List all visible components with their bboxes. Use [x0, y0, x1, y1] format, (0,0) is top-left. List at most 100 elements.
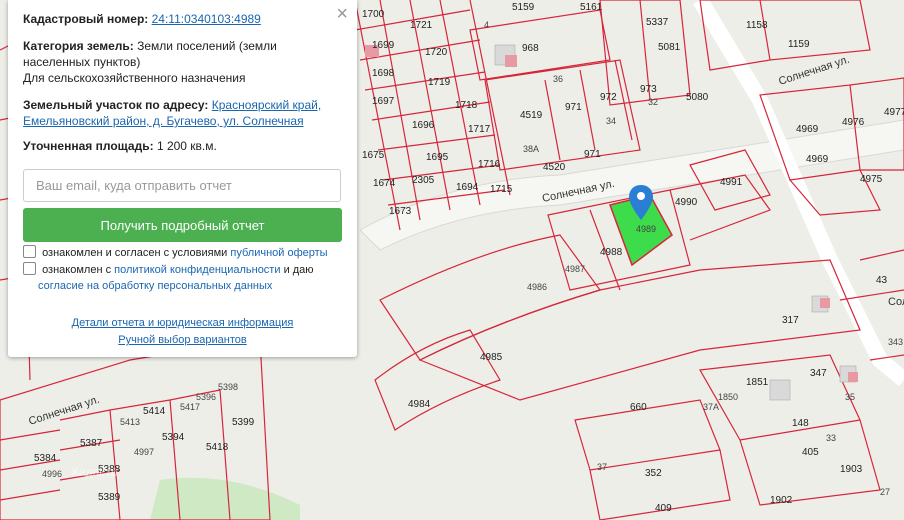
parcel-number-label: 5417 [180, 402, 200, 412]
parcel-number-label: 971 [584, 149, 601, 160]
get-report-button[interactable]: Получить подробный отчет [23, 208, 342, 242]
street-label: Солнечная ул. [888, 296, 904, 308]
parcel-number-label: 343 [888, 337, 903, 347]
parcel-number-label: 1158 [746, 20, 768, 31]
consent-privacy-text: ознакомлен с [42, 264, 112, 276]
parcel-number-label: 4990 [675, 197, 698, 208]
parcel-number-label: 5399 [232, 417, 255, 428]
parcel-number-label: 1719 [428, 77, 451, 88]
parcel-number-label: 5396 [196, 392, 216, 402]
offer-checkbox[interactable] [23, 245, 36, 258]
parcel-number-label: 1718 [455, 100, 478, 111]
parcel-number-label: 27 [880, 487, 890, 497]
personal-data-link[interactable]: согласие на обработку персональных данны… [38, 280, 272, 292]
parcel-number-label: 1673 [389, 206, 412, 217]
land-category-row: Категория земель: Земли поселений (земли… [23, 38, 323, 86]
parcel-number-label: 1696 [412, 120, 435, 131]
parcel-number-label: 4988 [600, 247, 623, 258]
report-details-link[interactable]: Детали отчета и юридическая информация [72, 317, 294, 329]
offer-link[interactable]: публичной оферты [230, 247, 327, 259]
parcel-number-label: 4996 [42, 469, 62, 479]
cadastral-number-row: Кадастровый номер: 24:11:0340103:4989 [23, 11, 261, 27]
parcel-number-label: 1717 [468, 124, 491, 135]
parcel-number-label: 973 [640, 84, 657, 95]
address-link-1[interactable]: Красноярский край, [212, 98, 321, 112]
address-link-2[interactable]: Емельяновский район, д. Бугачево, ул. Со… [23, 114, 304, 128]
address-row: Земельный участок по адресу: Красноярски… [23, 97, 343, 129]
parcel-number-label: 36 [553, 74, 563, 84]
parcel-number-label: 1694 [456, 182, 479, 193]
parcel-number-label: 1850 [718, 392, 738, 402]
parcel-number-label: 1721 [410, 20, 433, 31]
parcel-number-label: 1903 [840, 464, 863, 475]
parcel-number-label: 660 [630, 402, 647, 413]
parcel-number-label: 4969 [806, 154, 829, 165]
land-category-label: Категория земель: [23, 39, 134, 53]
consent-privacy: ознакомлен с политикой конфиденциальност… [23, 262, 343, 294]
cadastral-number-link[interactable]: 24:11:0340103:4989 [152, 12, 261, 26]
parcel-number-label: 1902 [770, 495, 793, 506]
parcel-number-label: 43 [876, 275, 888, 286]
parcel-number-label: 4987 [565, 264, 585, 274]
parcel-number-label: 972 [600, 92, 617, 103]
parcel-number-label: 4969 [796, 124, 819, 135]
selected-parcel-label: 4989 [636, 224, 656, 234]
parcel-number-label: 1697 [372, 96, 395, 107]
parcel-number-label: 148 [792, 418, 809, 429]
privacy-checkbox[interactable] [23, 262, 36, 275]
parcel-number-label: 405 [802, 447, 819, 458]
details-row: Детали отчета и юридическая информация [8, 317, 357, 329]
parcel-number-label: 317 [782, 315, 799, 326]
parcel-number-label: 5161 [580, 2, 603, 13]
parcel-number-label: 4986 [527, 282, 547, 292]
parcel-number-label: 968 [522, 43, 539, 54]
parcel-number-label: 409 [655, 503, 672, 514]
parcel-number-label: 347 [810, 368, 827, 379]
manual-selection-link[interactable]: Ручной выбор вариантов [118, 334, 246, 346]
parcel-number-label: 5418 [206, 442, 229, 453]
parcel-number-label: 1675 [362, 150, 385, 161]
area-row: Уточненная площадь: 1 200 кв.м. [23, 138, 217, 154]
parcel-number-label: 1698 [372, 68, 395, 79]
parcel-number-label: 5384 [34, 453, 57, 464]
close-icon[interactable]: × [336, 4, 348, 24]
parcel-number-label: 4985 [480, 352, 503, 363]
land-category-value-2: населенных пунктов) [23, 55, 141, 69]
parcel-number-label: 971 [565, 102, 582, 113]
land-category-value-3: Для сельскохозяйственного назначения [23, 71, 246, 85]
parcel-number-label: 4 [484, 20, 489, 30]
parcel-number-label: 2305 [412, 175, 435, 186]
email-input[interactable] [23, 169, 341, 202]
parcel-number-label: 5394 [162, 432, 185, 443]
area-value: 1 200 кв.м. [156, 139, 217, 153]
address-label: Земельный участок по адресу: [23, 98, 209, 112]
parcel-number-label: 5337 [646, 17, 669, 28]
privacy-policy-link[interactable]: политикой конфиденциальности [114, 264, 280, 276]
parcel-number-label: 4997 [134, 447, 154, 457]
parcel-number-label: 1851 [746, 377, 769, 388]
parcel-number-label: 37 [597, 462, 607, 472]
parcel-number-label: 4991 [720, 177, 743, 188]
consent-offer-text: ознакомлен и согласен с условиями [42, 247, 228, 259]
parcel-number-label: 35 [845, 392, 855, 402]
parcel-number-label: 5414 [143, 406, 166, 417]
parcel-number-label: 1674 [373, 178, 396, 189]
parcel-number-label: 1699 [372, 40, 395, 51]
parcel-info-panel: × Кадастровый номер: 24:11:0340103:4989 … [8, 0, 357, 357]
land-category-value-1: Земли поселений (земли [137, 39, 277, 53]
parcel-number-label: 5159 [512, 2, 535, 13]
parcel-number-label: 4520 [543, 162, 566, 173]
parcel-number-label: 1720 [425, 47, 448, 58]
consent-privacy-text-2: и даю [283, 264, 314, 276]
parcel-number-label: 352 [645, 468, 662, 479]
parcel-number-label: 5398 [218, 382, 238, 392]
parcel-number-label: 5080 [686, 92, 709, 103]
parcel-number-label: 5389 [98, 492, 121, 503]
parcel-number-label: 4984 [408, 399, 431, 410]
manual-row: Ручной выбор вариантов [8, 334, 357, 346]
parcel-number-label: 5413 [120, 417, 140, 427]
parcel-number-label: 38A [523, 144, 539, 154]
parcel-number-label: 32 [648, 97, 658, 107]
area-label: Уточненная площадь: [23, 139, 154, 153]
parcel-number-label: 1715 [490, 184, 513, 195]
